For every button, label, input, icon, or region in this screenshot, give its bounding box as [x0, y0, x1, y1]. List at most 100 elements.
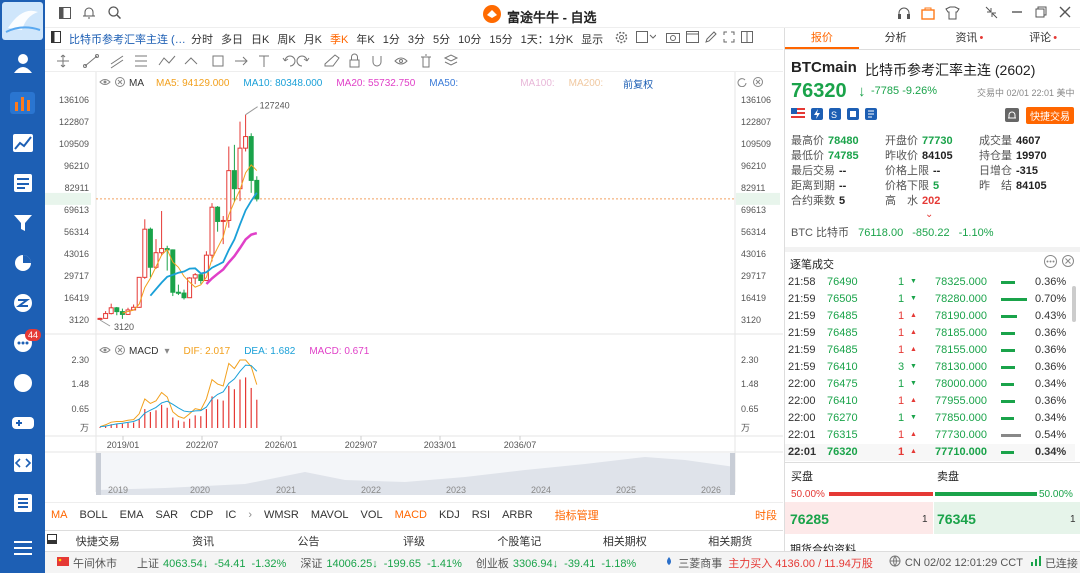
layers-icon[interactable] [443, 54, 459, 66]
candle[interactable] [147, 227, 153, 278]
doc-icon[interactable] [10, 492, 35, 514]
collapse-icon[interactable] [985, 6, 998, 22]
candle[interactable] [243, 114, 249, 152]
pattern-tool-icon[interactable] [184, 57, 198, 65]
candle[interactable] [248, 133, 254, 193]
split-icon[interactable] [741, 31, 754, 46]
trades-scrollbar[interactable] [1072, 286, 1076, 322]
macd-eye-icon[interactable] [99, 345, 111, 358]
candle[interactable] [175, 284, 181, 296]
period-tab[interactable]: 周K [273, 31, 299, 47]
polyline-tool-icon[interactable] [158, 55, 176, 66]
bottom-tab[interactable]: 快捷交易 [45, 533, 150, 549]
indicator-tab[interactable]: CDP [184, 509, 219, 521]
eye-icon[interactable] [99, 77, 111, 90]
candle[interactable] [209, 203, 215, 262]
user-icon[interactable] [10, 52, 35, 74]
navigator-handle-right[interactable] [730, 453, 735, 495]
camera-icon[interactable] [666, 31, 681, 46]
candle[interactable] [108, 303, 114, 315]
news-ticker[interactable]: 三菱商事 [678, 555, 722, 571]
visibility-icon[interactable] [394, 57, 408, 65]
ask-price[interactable]: 76345 [937, 511, 976, 527]
indicator-tab[interactable]: 时段 [749, 507, 783, 523]
close-icon[interactable] [1059, 6, 1071, 21]
indicator-tab[interactable]: SAR [149, 509, 184, 521]
quote-tab[interactable]: 分析 [859, 28, 933, 49]
layout-icon[interactable] [59, 7, 71, 22]
macd-label[interactable]: MACD [129, 346, 158, 357]
macd-close-icon[interactable] [115, 345, 125, 358]
fullscreen-icon[interactable] [723, 31, 735, 46]
redo-icon[interactable] [296, 55, 310, 67]
indicator-tab[interactable]: VOL [355, 509, 389, 521]
options-badge-icon[interactable]: S [829, 108, 841, 120]
bottom-tab[interactable]: 相关期货 [678, 533, 783, 549]
period-tab[interactable]: 季K [326, 31, 352, 47]
indicator-tab[interactable]: 指标管理 [549, 507, 605, 523]
period-tab[interactable]: 10分 [454, 31, 485, 47]
watchlist-icon[interactable] [10, 92, 35, 114]
navigator-handle-left[interactable] [96, 453, 101, 495]
bottom-panel-icon[interactable] [47, 534, 57, 547]
rect-tool-icon[interactable] [212, 55, 224, 67]
discover-icon[interactable] [10, 372, 35, 394]
quote-tab[interactable]: 评论 • [1006, 28, 1080, 49]
text-tool-icon[interactable] [259, 55, 269, 67]
quote-tab[interactable]: 报价 [785, 28, 859, 49]
magnet-icon[interactable] [372, 56, 382, 67]
candle[interactable] [159, 211, 165, 256]
indicator-tab[interactable]: KDJ [433, 509, 466, 521]
period-tab[interactable]: 月K [300, 31, 326, 47]
menu-icon[interactable] [10, 537, 35, 559]
lightning-icon[interactable] [811, 108, 823, 120]
candle[interactable] [142, 219, 148, 279]
index-quote[interactable]: 创业板 3306.94↓ -39.41 -1.18% [476, 555, 636, 571]
indicator-tab[interactable]: MA [45, 509, 74, 521]
indicator-tab[interactable]: RSI [466, 509, 496, 521]
adjust-mode[interactable]: 前复权 [623, 76, 653, 91]
candle[interactable] [254, 176, 260, 202]
line-tool-icon[interactable] [83, 54, 99, 68]
symbol-selector[interactable]: 比特币参考汇率主连 (… [65, 31, 187, 47]
minimize-icon[interactable] [1011, 6, 1023, 21]
kline-chart[interactable]: 136106 136106 122807 122807 109509 109509 9621… [45, 72, 783, 502]
lock-icon[interactable] [349, 53, 360, 68]
bottom-tab[interactable]: 相关期权 [572, 533, 677, 549]
filter-icon[interactable] [10, 212, 35, 234]
period-tab[interactable]: 日K [247, 31, 273, 47]
edit-icon[interactable] [705, 31, 717, 46]
indicator-scroll-icon[interactable]: › [242, 509, 258, 521]
indicator-tab[interactable]: BOLL [74, 509, 114, 521]
expand-icon[interactable]: ⌄ [925, 209, 933, 220]
info-icon[interactable] [865, 108, 877, 120]
candle[interactable] [97, 317, 103, 320]
trash-icon[interactable] [421, 54, 431, 68]
indicator-tab[interactable]: MACD [389, 509, 433, 521]
period-tab[interactable]: 多日 [217, 31, 247, 47]
bottom-tab[interactable]: 公告 [256, 533, 361, 549]
period-tab[interactable]: 5分 [429, 31, 454, 47]
alert-bell-icon[interactable] [1005, 108, 1019, 125]
chart-close-icon[interactable] [753, 77, 763, 90]
channel-tool-icon[interactable] [110, 55, 124, 69]
period-tab[interactable]: 分时 [187, 31, 217, 47]
trades-more-icon[interactable] [1044, 255, 1057, 271]
bell-icon[interactable] [83, 6, 95, 22]
candle[interactable] [192, 273, 198, 285]
candle[interactable] [215, 206, 221, 232]
period-tab[interactable]: 1天：1分K [517, 31, 578, 47]
trades-close-icon[interactable] [1062, 255, 1074, 270]
calc-icon[interactable] [847, 108, 859, 120]
candle[interactable] [181, 289, 187, 300]
restore-icon[interactable] [1035, 6, 1047, 21]
quote-tab[interactable]: 资讯 • [933, 28, 1007, 49]
market-icon[interactable] [10, 132, 35, 154]
period-tab[interactable]: 1分 [379, 31, 404, 47]
candle[interactable] [119, 308, 125, 319]
candle[interactable] [114, 306, 120, 316]
close-ma-icon[interactable] [115, 77, 125, 90]
btc-spot-row[interactable]: BTC 比特币 76118.00 -850.22 -1.10% [791, 224, 994, 240]
eraser-icon[interactable] [324, 54, 340, 67]
news-icon[interactable] [10, 172, 35, 194]
